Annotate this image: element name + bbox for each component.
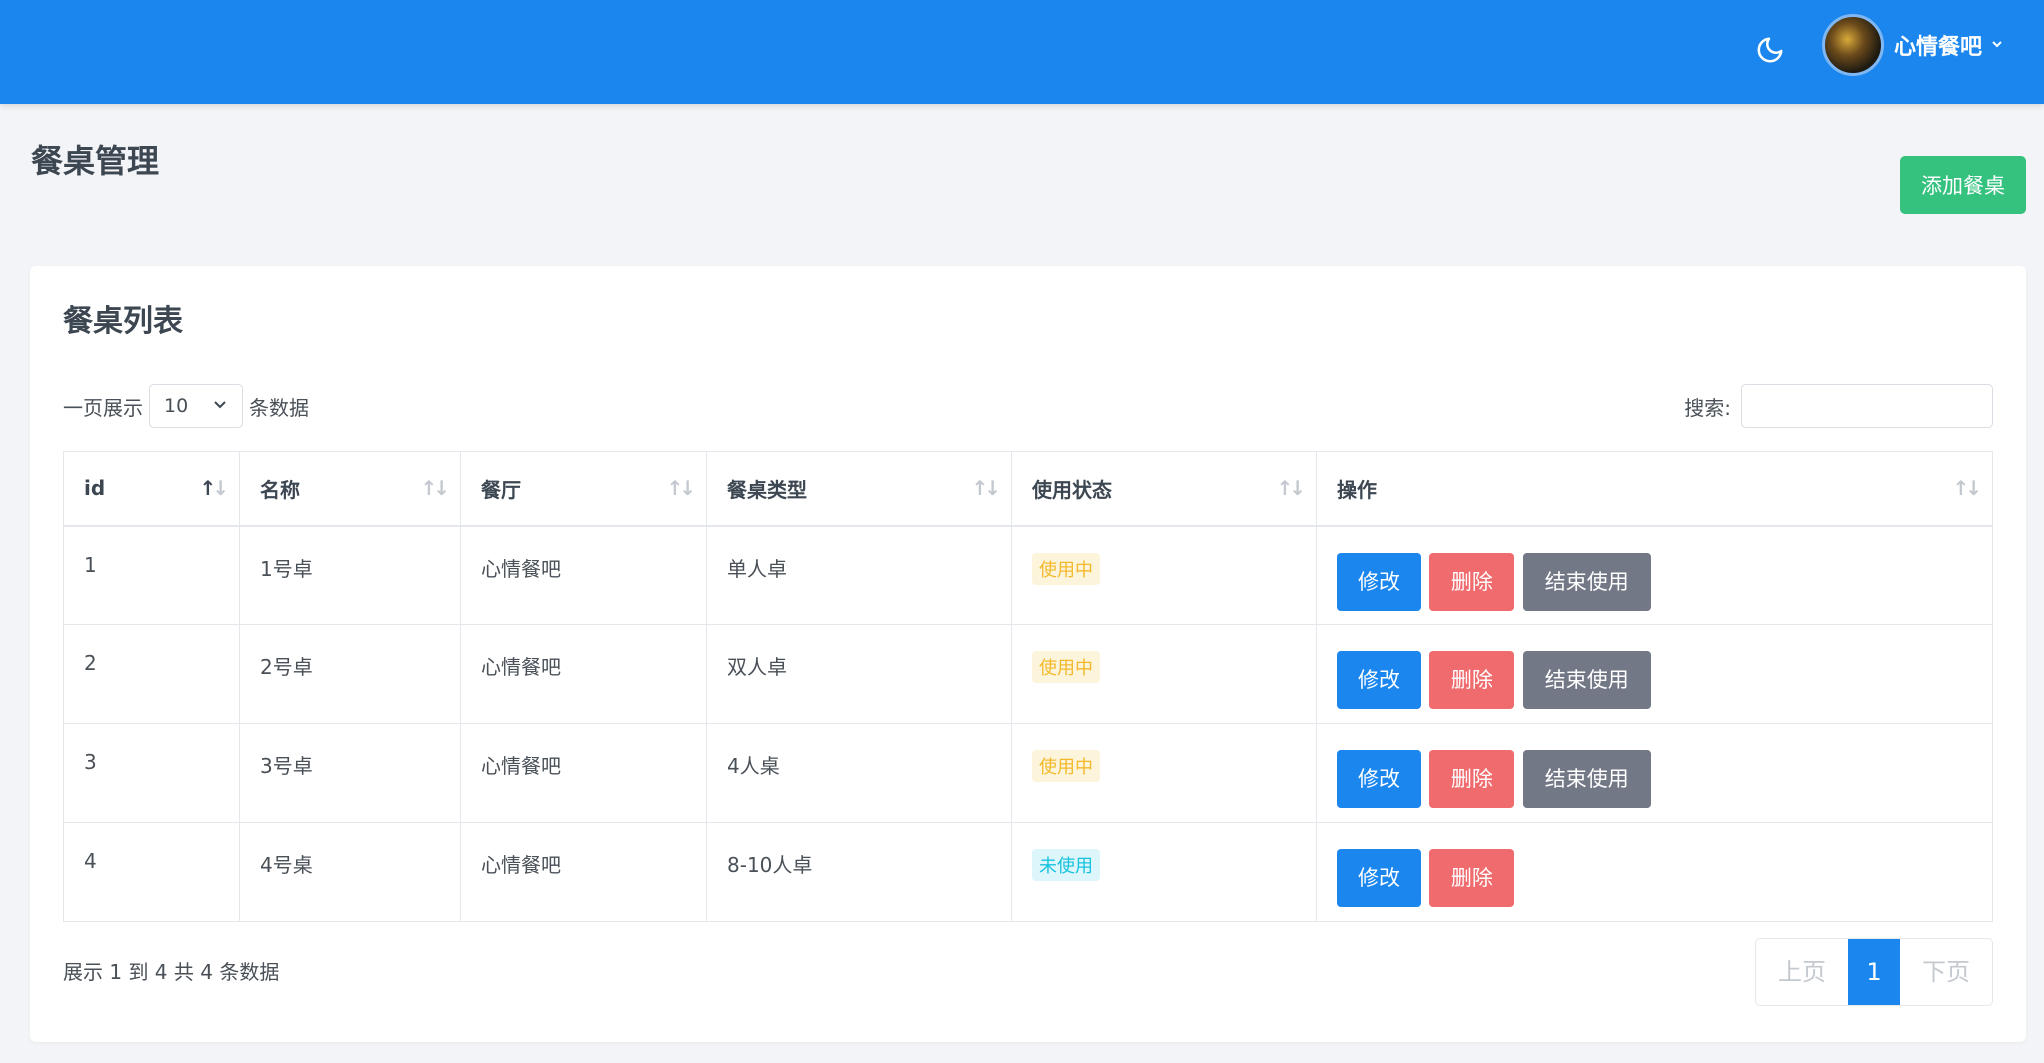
table-row: 1 1号卓 心情餐吧 单人卓 使用中 修改 删除 结束使用 [63, 525, 1993, 625]
edit-button[interactable]: 修改 [1337, 750, 1421, 808]
column-label: 餐厅 [481, 477, 521, 502]
cell-id: 1 [63, 525, 240, 625]
user-menu[interactable]: 心情餐吧 [1822, 14, 2004, 76]
user-name: 心情餐吧 [1894, 35, 1983, 60]
sort-icon: ↑↓ [1952, 476, 1981, 501]
page-title: 餐桌管理 [31, 142, 160, 180]
column-label: id [84, 476, 106, 501]
cell-status: 未使用 [1011, 822, 1317, 922]
edit-button[interactable]: 修改 [1337, 651, 1421, 709]
cell-id: 2 [63, 624, 240, 724]
sort-icon: ↑↓ [666, 476, 695, 501]
cell-status: 使用中 [1011, 525, 1317, 625]
column-header-status[interactable]: 使用状态 ↑↓ [1011, 451, 1317, 527]
cell-actions: 修改 删除 结束使用 [1316, 723, 1993, 823]
pagination: 上页 1 下页 [1755, 938, 1993, 1006]
search-label: 搜索: [1684, 395, 1731, 420]
cell-type: 双人卓 [706, 624, 1012, 724]
end-use-button[interactable]: 结束使用 [1522, 750, 1651, 808]
card-title: 餐桌列表 [63, 304, 183, 339]
delete-button[interactable]: 删除 [1429, 651, 1515, 709]
cell-name: 1号卓 [239, 525, 461, 625]
cell-restaurant: 心情餐吧 [460, 723, 707, 823]
cell-restaurant: 心情餐吧 [460, 822, 707, 922]
cell-status: 使用中 [1011, 723, 1317, 823]
column-label: 餐桌类型 [727, 477, 807, 502]
page-length-value: 10 [164, 395, 189, 417]
table-info: 展示 1 到 4 共 4 条数据 [63, 960, 280, 984]
tables-table: id ↑↓ 名称 ↑↓ 餐厅 ↑↓ 餐桌类型 ↑↓ 使用状态 ↑↓ 操作 ↑↓ … [63, 451, 1993, 922]
next-page-button[interactable]: 下页 [1900, 939, 1992, 1005]
search-input[interactable] [1741, 384, 1993, 428]
column-header-id[interactable]: id ↑↓ [63, 451, 240, 527]
table-row: 2 2号卓 心情餐吧 双人卓 使用中 修改 删除 结束使用 [63, 624, 1993, 724]
sort-icon: ↑↓ [971, 476, 1000, 501]
sort-icon: ↑↓ [420, 476, 449, 501]
cell-restaurant: 心情餐吧 [460, 525, 707, 625]
avatar[interactable] [1822, 14, 1884, 76]
edit-button[interactable]: 修改 [1337, 552, 1421, 611]
cell-name: 3号卓 [239, 723, 461, 823]
cell-id: 3 [63, 723, 240, 823]
cell-type: 8-10人卓 [706, 822, 1012, 922]
column-header-actions[interactable]: 操作 ↑↓ [1316, 451, 1993, 527]
cell-id: 4 [63, 822, 240, 922]
table-row: 4 4号桌 心情餐吧 8-10人卓 未使用 修改 删除 [63, 822, 1993, 922]
status-badge: 使用中 [1032, 750, 1100, 782]
column-header-type[interactable]: 餐桌类型 ↑↓ [706, 451, 1012, 527]
chevron-down-icon [212, 395, 228, 417]
column-label: 操作 [1337, 477, 1377, 502]
add-table-button[interactable]: 添加餐桌 [1900, 156, 2026, 214]
table-row: 3 3号卓 心情餐吧 4人桌 使用中 修改 删除 结束使用 [63, 723, 1993, 823]
column-label: 使用状态 [1032, 477, 1112, 502]
length-suffix-label: 条数据 [249, 395, 309, 420]
cell-type: 单人卓 [706, 525, 1012, 625]
table-header-row: id ↑↓ 名称 ↑↓ 餐厅 ↑↓ 餐桌类型 ↑↓ 使用状态 ↑↓ 操作 ↑↓ [63, 451, 1993, 527]
chevron-down-icon [1990, 36, 2004, 55]
page-length-select[interactable]: 10 [149, 384, 243, 428]
search-control: 搜索: [1684, 384, 1993, 428]
cell-name: 4号桌 [239, 822, 461, 922]
page-1-button[interactable]: 1 [1848, 939, 1900, 1005]
cell-actions: 修改 删除 [1316, 822, 1993, 922]
cell-type: 4人桌 [706, 723, 1012, 823]
length-prefix-label: 一页展示 [63, 395, 143, 420]
cell-actions: 修改 删除 结束使用 [1316, 624, 1993, 724]
edit-button[interactable]: 修改 [1337, 849, 1421, 907]
table-list-card: 餐桌列表 一页展示 10 条数据 搜索: id ↑↓ 名称 ↑↓ 餐厅 ↑↓ 餐… [30, 266, 2026, 1042]
cell-status: 使用中 [1011, 624, 1317, 724]
moon-icon[interactable] [1750, 30, 1790, 70]
page-length-control: 一页展示 10 条数据 [63, 384, 309, 428]
previous-page-button[interactable]: 上页 [1756, 939, 1848, 1005]
delete-button[interactable]: 删除 [1429, 849, 1515, 907]
status-badge: 未使用 [1032, 849, 1100, 881]
status-badge: 使用中 [1032, 552, 1100, 585]
column-header-restaurant[interactable]: 餐厅 ↑↓ [460, 451, 707, 527]
delete-button[interactable]: 删除 [1429, 552, 1515, 611]
cell-restaurant: 心情餐吧 [460, 624, 707, 724]
end-use-button[interactable]: 结束使用 [1522, 552, 1651, 611]
column-label: 名称 [260, 477, 300, 502]
sort-icon: ↑↓ [1276, 476, 1305, 501]
delete-button[interactable]: 删除 [1429, 750, 1515, 808]
cell-name: 2号卓 [239, 624, 461, 724]
end-use-button[interactable]: 结束使用 [1522, 651, 1651, 709]
column-header-name[interactable]: 名称 ↑↓ [239, 451, 461, 527]
cell-actions: 修改 删除 结束使用 [1316, 525, 1993, 625]
top-navbar: 心情餐吧 [0, 0, 2044, 104]
status-badge: 使用中 [1032, 651, 1100, 683]
sort-icon: ↑↓ [199, 476, 228, 501]
